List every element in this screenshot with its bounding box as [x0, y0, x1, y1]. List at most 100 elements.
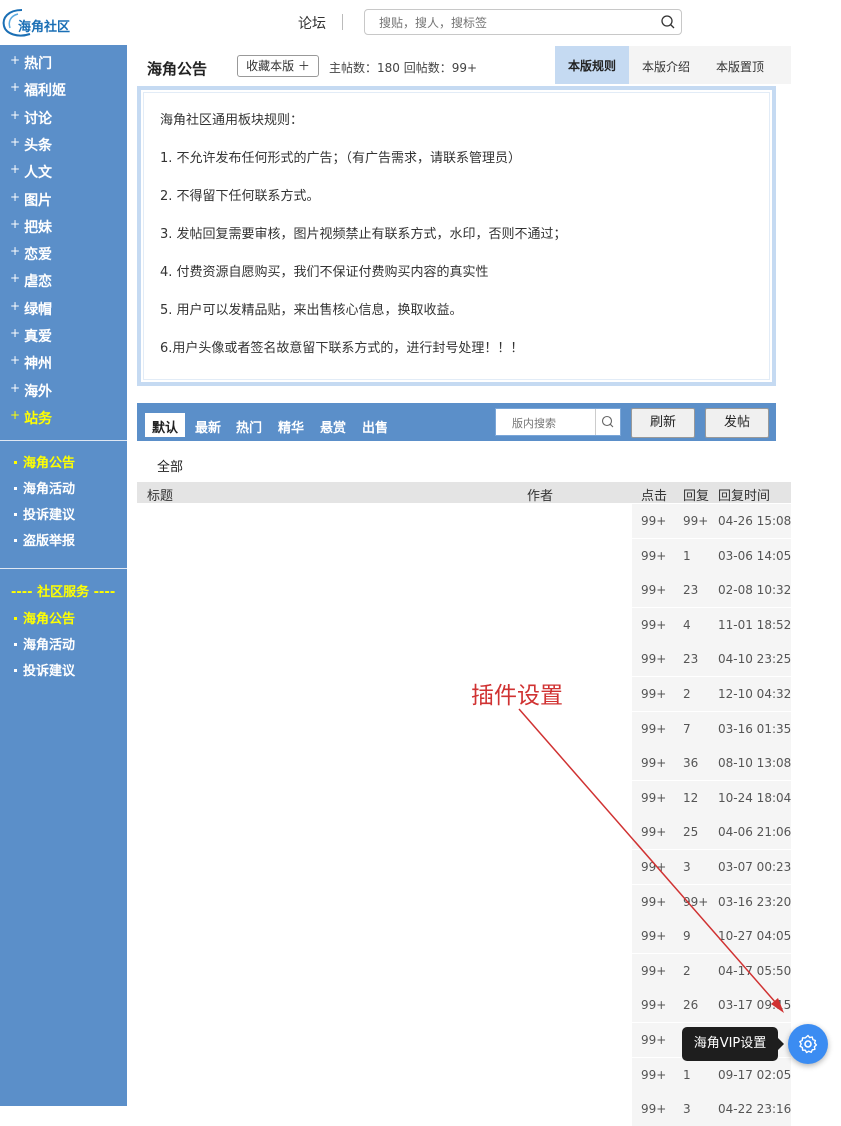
table-row[interactable]: 99+ 2 04-17 05:50 — [137, 953, 791, 988]
table-row[interactable]: 99+ 23 04-10 23:25 — [137, 642, 791, 677]
row-reply-time: 04-06 21:06 — [718, 825, 792, 840]
row-title-cell[interactable] — [137, 815, 632, 850]
row-clicks: 99+ — [641, 652, 667, 667]
sidebar-item-pictures[interactable]: + 图片 — [10, 190, 52, 214]
expand-plus-icon: + — [10, 190, 21, 204]
filter-all[interactable]: 全部 — [157, 456, 183, 475]
board-search-input[interactable] — [510, 414, 594, 432]
table-row[interactable]: 99+ 99+ 04-26 15:08 — [137, 504, 791, 538]
expand-plus-icon: + — [10, 299, 21, 313]
row-title-cell[interactable] — [137, 746, 632, 781]
row-clicks: 99+ — [641, 860, 667, 874]
table-row[interactable]: 99+ 36 08-10 13:08 — [137, 746, 791, 781]
row-title-cell[interactable] — [137, 1023, 632, 1057]
sidebar-item-hot[interactable]: + 热门 — [10, 53, 52, 77]
row-title-cell[interactable] — [137, 780, 632, 815]
expand-plus-icon: + — [10, 135, 21, 149]
table-row[interactable]: 99+ 23 02-08 10:32 — [137, 573, 791, 608]
tab-for-sale[interactable]: 出售 — [362, 417, 388, 436]
service-item-activities[interactable]: 海角活动 — [14, 634, 75, 653]
sidebar-item-site-affairs[interactable]: + 站务 — [10, 408, 52, 432]
sidebar-item-humanities[interactable]: + 人文 — [10, 162, 52, 186]
row-meta-cell: 99+ 12 10-24 18:04 — [632, 780, 791, 815]
favorite-board-button[interactable]: 收藏本版 ＋ — [237, 55, 319, 77]
sidebar-item-discussion[interactable]: + 讨论 — [10, 108, 52, 132]
board-search-box[interactable] — [495, 408, 621, 436]
row-meta-cell: 99+ 7 03-16 01:35 — [632, 711, 791, 746]
row-replies: 12 — [683, 790, 699, 805]
tab-hot[interactable]: 热门 — [236, 417, 262, 436]
row-clicks: 99+ — [641, 583, 667, 598]
table-row[interactable]: 99+ 99+ 03-16 23:20 — [137, 884, 791, 919]
row-title-cell[interactable] — [137, 642, 632, 677]
row-title-cell[interactable] — [137, 919, 632, 954]
sidebar-item-headline[interactable]: + 头条 — [10, 135, 52, 159]
row-title-cell[interactable] — [137, 538, 632, 573]
sidebar-sub-announcements[interactable]: 海角公告 — [14, 452, 75, 471]
table-row[interactable]: 99+ 4 11-01 18:52 — [137, 607, 791, 642]
table-row[interactable]: 99+ 9 10-27 04:05 — [137, 919, 791, 954]
row-title-cell[interactable] — [137, 884, 632, 919]
service-item-announcements[interactable]: 海角公告 — [14, 608, 75, 627]
row-title-cell[interactable] — [137, 1092, 632, 1126]
vip-settings-button[interactable] — [788, 1024, 828, 1064]
tab-featured[interactable]: 精华 — [278, 417, 304, 436]
table-row[interactable]: 99+ 2 12-10 04:32 — [137, 677, 791, 711]
gear-icon — [799, 1034, 818, 1054]
sidebar-sub-complaints[interactable]: 投诉建议 — [14, 504, 75, 523]
global-search-input[interactable] — [377, 13, 651, 33]
row-replies: 25 — [683, 825, 699, 840]
row-title-cell[interactable] — [137, 504, 632, 538]
row-clicks: 99+ — [641, 1067, 667, 1082]
row-replies: 1 — [683, 548, 691, 563]
new-post-button[interactable]: 发帖 — [705, 408, 769, 438]
row-meta-cell: 99+ 23 04-10 23:25 — [632, 642, 791, 677]
row-title-cell[interactable] — [137, 711, 632, 746]
row-meta-cell: 99+ 9 10-27 04:05 — [632, 919, 791, 954]
header-title: 标题 — [147, 489, 174, 504]
table-row[interactable]: 99+ 12 10-24 18:04 — [137, 780, 791, 815]
sidebar-item-label: 讨论 — [24, 111, 53, 127]
row-title-cell[interactable] — [137, 607, 632, 642]
table-row[interactable]: 99+ 1 03-06 14:05 — [137, 538, 791, 573]
sidebar-item-fuliji[interactable]: + 福利姬 — [10, 80, 66, 104]
sidebar-item-shenzhou[interactable]: + 神州 — [10, 353, 52, 377]
board-search-button[interactable] — [595, 409, 620, 435]
sidebar-item-overseas[interactable]: + 海外 — [10, 381, 52, 405]
tab-board-pinned[interactable]: 本版置顶 — [716, 58, 764, 75]
tab-bounty[interactable]: 悬赏 — [320, 417, 346, 436]
tab-board-intro[interactable]: 本版介绍 — [642, 58, 690, 75]
tab-default[interactable]: 默认 — [145, 413, 186, 437]
sidebar-sub-piracy-report[interactable]: 盗版举报 — [14, 530, 75, 549]
expand-plus-icon: + — [10, 80, 21, 94]
expand-plus-icon: + — [10, 244, 21, 258]
nav-forum-link[interactable]: 论坛 — [298, 13, 326, 33]
service-item-complaints[interactable]: 投诉建议 — [14, 660, 75, 679]
refresh-button[interactable]: 刷新 — [631, 408, 695, 438]
rule-line: 海角社区通用板块规则： — [160, 113, 304, 128]
tab-latest[interactable]: 最新 — [195, 417, 221, 436]
table-row[interactable]: 99+ 7 03-16 01:35 — [137, 711, 791, 746]
rule-line: 5. 用户可以发精品贴，来出售核心信息，换取收益。 — [160, 303, 463, 318]
row-title-cell[interactable] — [137, 850, 632, 884]
table-row[interactable]: 99+ 3 03-07 00:23 — [137, 850, 791, 884]
sidebar-sub-activities[interactable]: 海角活动 — [14, 478, 75, 497]
sidebar-item-dating[interactable]: + 把妹 — [10, 217, 52, 241]
table-row[interactable]: 99+ 3 04-22 23:16 — [137, 1092, 791, 1126]
site-logo[interactable]: 海角社区 — [0, 4, 80, 40]
global-search-box[interactable] — [364, 9, 682, 35]
table-row[interactable]: 99+ 25 04-06 21:06 — [137, 815, 792, 850]
row-meta-cell: 99+ 1 09-17 02:05 — [632, 1057, 791, 1092]
tab-board-rules[interactable]: 本版规则 — [555, 46, 629, 84]
sidebar-item-bdsm[interactable]: + 虐恋 — [10, 271, 52, 295]
table-row[interactable]: 99+ 26 03-17 09:15 — [137, 988, 791, 1023]
row-title-cell[interactable] — [137, 988, 632, 1023]
row-title-cell[interactable] — [137, 953, 632, 988]
row-title-cell[interactable] — [137, 1057, 632, 1092]
sidebar-item-love[interactable]: + 恋爱 — [10, 244, 52, 268]
table-row[interactable]: 99+ 1 09-17 02:05 — [137, 1057, 791, 1092]
sidebar-item-true-love[interactable]: + 真爱 — [10, 326, 52, 350]
row-title-cell[interactable] — [137, 573, 632, 608]
search-icon[interactable] — [660, 14, 676, 30]
sidebar-item-cuckold[interactable]: + 绿帽 — [10, 299, 52, 323]
